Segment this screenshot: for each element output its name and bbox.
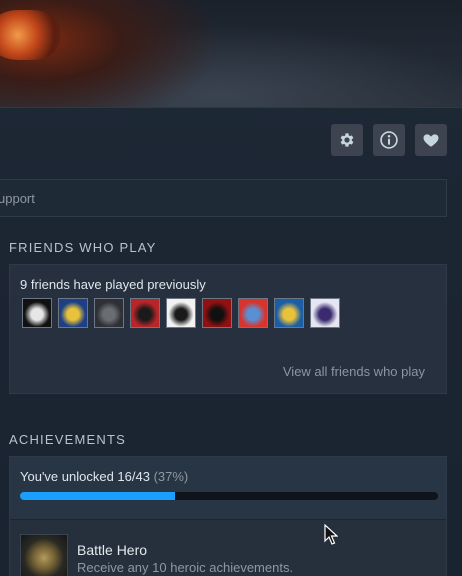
achievements-section-title: ACHIEVEMENTS xyxy=(9,432,126,447)
settings-button[interactable] xyxy=(331,124,363,156)
support-bar[interactable]: upport xyxy=(0,179,447,217)
friend-avatar-list xyxy=(22,298,340,328)
support-label: upport xyxy=(0,190,35,206)
heart-icon xyxy=(423,134,439,147)
achievement-description: Receive any 10 heroic achievements. xyxy=(77,560,294,575)
game-page: upport FRIENDS WHO PLAY 9 friends have p… xyxy=(0,0,462,576)
mouse-cursor-icon xyxy=(324,524,338,545)
achievements-unlocked-text: You've unlocked 16/43 (37%) xyxy=(20,469,188,484)
info-icon xyxy=(380,131,398,149)
hero-banner xyxy=(0,0,462,108)
friend-avatar[interactable] xyxy=(274,298,304,328)
friends-who-play-panel: 9 friends have played previously View al… xyxy=(9,264,447,394)
friend-avatar[interactable] xyxy=(22,298,52,328)
achievements-progress-fill xyxy=(20,492,175,500)
achievements-summary[interactable]: You've unlocked 16/43 (37%) xyxy=(10,457,446,519)
friend-avatar[interactable] xyxy=(238,298,268,328)
favorite-button[interactable] xyxy=(415,124,447,156)
friends-section-title: FRIENDS WHO PLAY xyxy=(9,240,157,255)
friends-count: 9 friends have played previously xyxy=(20,277,206,292)
friend-avatar[interactable] xyxy=(202,298,232,328)
achievements-progress-bar xyxy=(20,492,438,500)
friend-avatar[interactable] xyxy=(130,298,160,328)
unlocked-percent: (37%) xyxy=(153,469,189,484)
achievement-item[interactable]: Battle Hero Receive any 10 heroic achiev… xyxy=(10,519,446,576)
unlocked-count: You've unlocked 16/43 xyxy=(20,469,150,484)
friend-avatar[interactable] xyxy=(166,298,196,328)
info-button[interactable] xyxy=(373,124,405,156)
game-toolbar xyxy=(331,124,447,156)
achievements-panel: You've unlocked 16/43 (37%) Battle Hero … xyxy=(9,456,447,576)
friend-avatar[interactable] xyxy=(310,298,340,328)
friend-avatar[interactable] xyxy=(94,298,124,328)
game-logo xyxy=(0,10,60,60)
friend-avatar[interactable] xyxy=(58,298,88,328)
achievement-badge-icon xyxy=(20,534,68,576)
achievement-name: Battle Hero xyxy=(77,542,148,558)
gear-icon xyxy=(340,133,354,147)
view-all-friends-link[interactable]: View all friends who play xyxy=(283,364,425,379)
